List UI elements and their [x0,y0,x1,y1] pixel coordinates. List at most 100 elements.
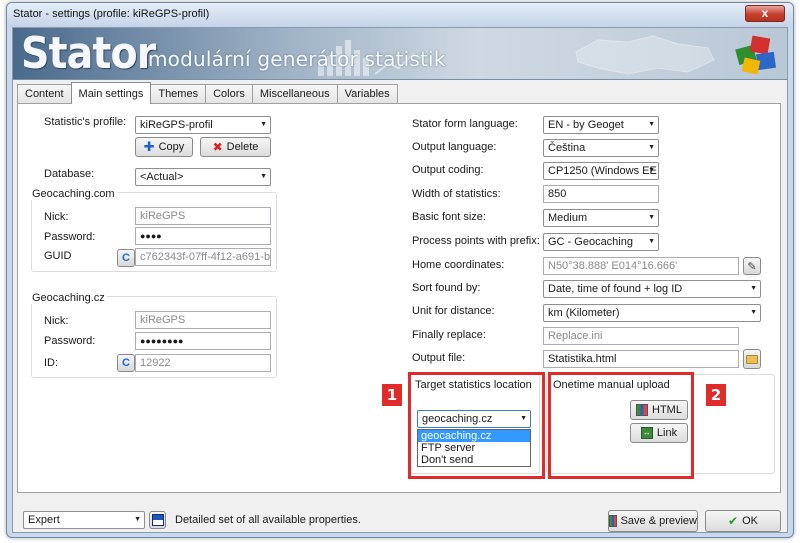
highlight-box-1 [408,372,545,479]
chevron-down-icon: ▼ [750,285,757,292]
refresh-icon: C [122,357,130,369]
geocaching-com-title: Geocaching.com [30,188,117,200]
tab-miscellaneous[interactable]: Miscellaneous [251,84,338,104]
puzzle-icon [735,35,777,75]
form-language-label: Stator form language: [412,118,518,130]
profile-label: Statistic's profile: [44,116,127,128]
home-coordinates-label: Home coordinates: [412,259,505,271]
ok-label: OK [742,515,758,527]
profile-select-value: kiReGPS-profil [140,119,213,131]
browse-file-button[interactable] [743,349,761,369]
save-profile-button[interactable] [149,511,166,529]
gccom-nick-field[interactable]: kiReGPS [135,207,271,225]
output-file-label: Output file: [412,352,466,364]
chart-icon [609,515,617,527]
banner: Stator modulární generátor statistik [13,28,787,80]
tab-main-settings[interactable]: Main settings [70,82,152,104]
gccz-password-label: Password: [44,335,96,347]
save-preview-button[interactable]: Save & preview [608,510,698,532]
copy-button-label: Copy [158,141,185,153]
highlight-box-2 [548,372,694,479]
sort-select[interactable]: Date, time of found + log ID ▼ [543,280,761,298]
geocaching-cz-title: Geocaching.cz [30,292,107,304]
ok-button[interactable]: ✔ OK [705,510,781,532]
width-field[interactable]: 850 [543,185,659,203]
copy-button[interactable]: ✚ Copy [135,137,193,157]
unit-value: km (Kilometer) [548,307,620,319]
width-label: Width of statistics: [412,188,501,200]
unit-select[interactable]: km (Kilometer) ▼ [543,304,761,322]
tab-themes[interactable]: Themes [150,84,207,104]
gccz-id-field[interactable]: 12922 [135,354,271,372]
sort-label: Sort found by: [412,282,481,294]
profile-select[interactable]: kiReGPS-profil ▼ [135,116,271,134]
tab-variables[interactable]: Variables [336,84,398,104]
output-coding-value: CP1250 (Windows EE [548,165,657,177]
chevron-down-icon: ▼ [648,144,655,151]
floppy-disk-icon [151,514,164,526]
gccom-guid-field[interactable]: c762343f-07ff-4f12-a691-ba7 [135,248,271,266]
close-button[interactable]: x [745,5,785,22]
edit-coordinates-button[interactable]: ✎ [743,257,761,275]
chevron-down-icon: ▼ [260,173,267,180]
callout-badge-2: 2 [706,384,726,406]
home-coordinates-field[interactable]: N50°38.888' E014°16.666' [543,257,739,275]
output-coding-select[interactable]: CP1250 (Windows EE ▼ [543,162,659,180]
chevron-down-icon: ▼ [750,309,757,316]
mode-select[interactable]: Expert ▼ [23,511,145,529]
plus-icon: ✚ [143,139,155,154]
map-graphic [575,35,715,75]
chevron-down-icon: ▼ [648,214,655,221]
title-bar[interactable]: Stator - settings (profile: kiReGPS-prof… [7,3,793,27]
form-language-select[interactable]: EN - by Geoget ▼ [543,116,659,134]
chevron-down-icon: ▼ [260,121,267,128]
client-area: Stator modulární generátor statistik Con… [12,27,788,533]
output-language-label: Output language: [412,141,497,153]
folder-icon [746,354,758,364]
database-select[interactable]: <Actual> ▼ [135,168,271,186]
gccz-nick-field[interactable]: kiReGPS [135,311,271,329]
replace-field[interactable]: Replace.ini [543,327,739,345]
tab-colors[interactable]: Colors [205,84,253,104]
output-file-field[interactable]: Statistika.html [543,350,739,368]
refresh-icon: C [122,252,130,264]
prefix-select[interactable]: GC - Geocaching ▼ [543,233,659,251]
chevron-down-icon: ▼ [648,238,655,245]
tab-strip: Content Main settings Themes Colors Misc… [17,82,398,104]
gccom-password-field[interactable]: ●●●● [135,227,271,245]
settings-window: Stator - settings (profile: kiReGPS-prof… [6,2,794,538]
output-coding-label: Output coding: [412,164,484,176]
refresh-id-button[interactable]: C [117,354,135,372]
font-size-label: Basic font size: [412,211,486,223]
mode-value: Expert [28,514,60,526]
save-preview-label: Save & preview [620,515,697,527]
chevron-down-icon: ▼ [648,167,655,174]
delete-button-label: Delete [226,141,259,153]
chevron-down-icon: ▼ [648,121,655,128]
form-language-value: EN - by Geoget [548,119,624,131]
stator-logo: Stator [21,28,156,79]
refresh-guid-button[interactable]: C [117,249,135,267]
sort-value: Date, time of found + log ID [548,283,683,295]
gccz-nick-label: Nick: [44,315,69,327]
tab-content[interactable]: Content [17,84,72,104]
font-size-value: Medium [548,212,588,224]
banner-subtitle: modulární generátor statistik [148,47,446,71]
pencil-icon: ✎ [747,260,757,273]
delete-x-icon: ✖ [212,140,223,154]
font-size-select[interactable]: Medium ▼ [543,209,659,227]
gccom-nick-label: Nick: [44,211,69,223]
window-title: Stator - settings (profile: kiReGPS-prof… [13,8,210,20]
database-label: Database: [44,168,95,180]
checkmark-icon: ✔ [728,514,739,528]
output-language-select[interactable]: Čeština ▼ [543,139,659,157]
gccom-password-label: Password: [44,231,96,243]
unit-label: Unit for distance: [412,305,495,317]
prefix-value: GC - Geocaching [548,236,633,248]
gccz-password-field[interactable]: ●●●●●●●● [135,332,271,350]
prefix-label: Process points with prefix: [412,235,540,247]
output-language-value: Čeština [548,142,586,154]
delete-button[interactable]: ✖ Delete [200,137,271,157]
mode-description: Detailed set of all available properties… [175,514,361,526]
callout-badge-1: 1 [382,384,402,406]
